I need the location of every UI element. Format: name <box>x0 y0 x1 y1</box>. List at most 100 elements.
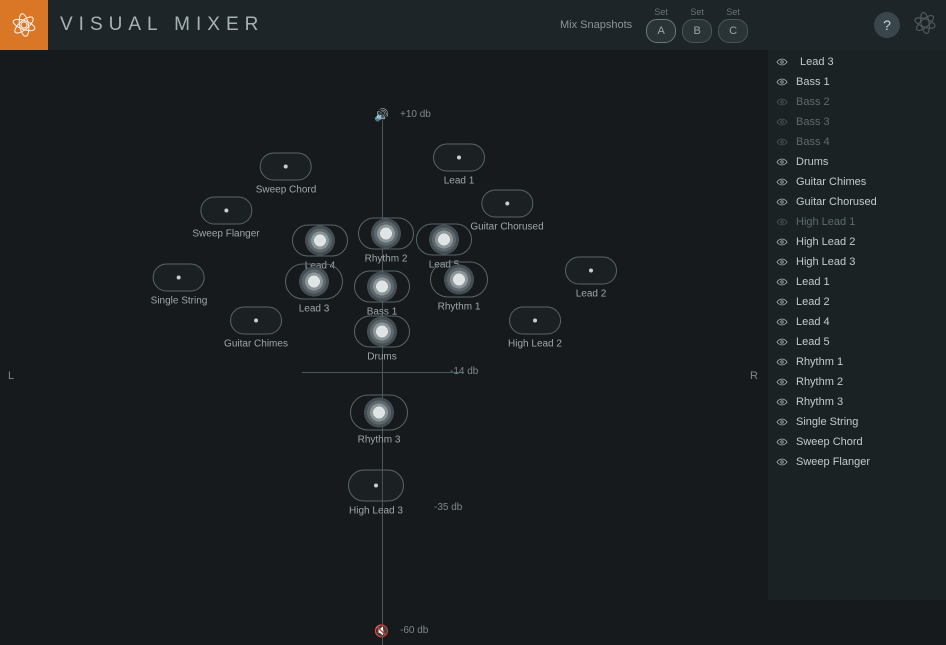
pan-right-label: R <box>750 370 758 382</box>
visibility-eye-icon[interactable] <box>776 196 788 208</box>
track-list-item[interactable]: Guitar Chorused <box>768 192 946 212</box>
track-name: High Lead 1 <box>796 216 855 228</box>
visibility-eye-icon[interactable] <box>776 336 788 348</box>
track-node[interactable]: Sweep Chord <box>256 153 317 196</box>
track-node-puck[interactable] <box>430 262 488 298</box>
visibility-eye-icon[interactable] <box>776 216 788 228</box>
track-node-puck[interactable] <box>416 224 472 256</box>
visibility-eye-icon[interactable] <box>776 356 788 368</box>
track-node[interactable]: High Lead 2 <box>508 307 562 350</box>
track-node-label: Sweep Chord <box>256 185 317 196</box>
visibility-eye-icon[interactable] <box>776 96 788 108</box>
track-list-item[interactable]: Lead 5 <box>768 332 946 352</box>
track-node-puck[interactable] <box>292 225 348 257</box>
track-node[interactable]: Lead 1 <box>433 144 485 187</box>
visibility-eye-icon[interactable] <box>776 276 788 288</box>
visibility-eye-icon[interactable] <box>776 176 788 188</box>
track-list-item[interactable]: Lead 2 <box>768 292 946 312</box>
track-list-item[interactable]: High Lead 2 <box>768 232 946 252</box>
visibility-eye-icon[interactable] <box>776 116 788 128</box>
track-list-item[interactable]: Sweep Chord <box>768 432 946 452</box>
track-list-item[interactable]: Sweep Flanger <box>768 452 946 472</box>
track-name: High Lead 2 <box>796 236 855 248</box>
track-name: Lead 2 <box>796 296 830 308</box>
track-node[interactable]: Rhythm 1 <box>430 262 488 313</box>
visibility-eye-icon[interactable] <box>776 316 788 328</box>
track-list-item[interactable]: High Lead 3 <box>768 252 946 272</box>
track-list-item[interactable]: Bass 3 <box>768 112 946 132</box>
track-list-item[interactable]: High Lead 1 <box>768 212 946 232</box>
track-list-item[interactable]: Bass 1 <box>768 72 946 92</box>
node-dot-icon <box>177 276 181 280</box>
speaker-max-icon: 🔊 <box>374 108 389 122</box>
track-node-puck[interactable] <box>481 190 533 218</box>
track-node-puck[interactable] <box>285 264 343 300</box>
track-node-puck[interactable] <box>200 197 252 225</box>
track-list-item[interactable]: Rhythm 2 <box>768 372 946 392</box>
visibility-eye-icon[interactable] <box>776 56 788 68</box>
track-node-label: Guitar Chorused <box>470 222 543 233</box>
snapshot-set-label: Set <box>654 7 668 17</box>
track-list-item[interactable]: Bass 2 <box>768 92 946 112</box>
track-name: Bass 1 <box>796 76 830 88</box>
track-node-puck[interactable] <box>230 307 282 335</box>
track-list-item[interactable]: Guitar Chimes <box>768 172 946 192</box>
track-name: Single String <box>796 416 858 428</box>
db-bottom-label: -60 db <box>400 625 428 636</box>
track-node-puck[interactable] <box>565 257 617 285</box>
visibility-eye-icon[interactable] <box>776 436 788 448</box>
snapshot-set-label: Set <box>726 7 740 17</box>
visibility-eye-icon[interactable] <box>776 416 788 428</box>
snapshot-c-button[interactable]: C <box>718 19 748 43</box>
track-node[interactable]: Sweep Flanger <box>192 197 259 240</box>
track-node-puck[interactable] <box>354 316 410 348</box>
track-node[interactable]: Rhythm 3 <box>350 395 408 446</box>
help-button[interactable]: ? <box>874 12 900 38</box>
izotope-logo <box>0 0 48 50</box>
visibility-eye-icon[interactable] <box>776 256 788 268</box>
track-node-label: Drums <box>354 352 410 363</box>
pan-left-label: L <box>8 370 14 382</box>
track-node-puck[interactable] <box>260 153 312 181</box>
track-list-item[interactable]: Lead 1 <box>768 272 946 292</box>
track-list-item[interactable]: Single String <box>768 412 946 432</box>
visibility-eye-icon[interactable] <box>776 296 788 308</box>
visibility-eye-icon[interactable] <box>776 376 788 388</box>
snapshot-a-button[interactable]: A <box>646 19 676 43</box>
track-name: Lead 4 <box>796 316 830 328</box>
visibility-eye-icon[interactable] <box>776 456 788 468</box>
track-node-puck[interactable] <box>153 264 205 292</box>
visibility-eye-icon[interactable] <box>776 76 788 88</box>
track-node-label: High Lead 3 <box>348 506 404 517</box>
track-node[interactable]: Rhythm 2 <box>358 218 414 265</box>
snapshot-b-button[interactable]: B <box>682 19 712 43</box>
visibility-eye-icon[interactable] <box>776 136 788 148</box>
track-list-item[interactable]: Lead 4 <box>768 312 946 332</box>
track-list-item[interactable]: Rhythm 1 <box>768 352 946 372</box>
track-node-puck[interactable] <box>350 395 408 431</box>
visibility-eye-icon[interactable] <box>776 236 788 248</box>
track-list-item[interactable]: Bass 4 <box>768 132 946 152</box>
track-node[interactable]: Lead 2 <box>565 257 617 300</box>
track-list-item[interactable]: Drums <box>768 152 946 172</box>
izotope-menu-icon[interactable] <box>912 10 938 41</box>
track-node[interactable]: Single String <box>151 264 208 307</box>
track-list-item[interactable]: Lead 3 <box>768 52 946 72</box>
track-node[interactable]: Guitar Chorused <box>470 190 543 233</box>
track-node-puck[interactable] <box>354 271 410 303</box>
track-node-puck[interactable] <box>509 307 561 335</box>
visibility-eye-icon[interactable] <box>776 156 788 168</box>
track-node[interactable]: Drums <box>354 316 410 363</box>
track-name: Sweep Chord <box>796 436 863 448</box>
track-node-puck[interactable] <box>358 218 414 250</box>
track-node-puck[interactable] <box>433 144 485 172</box>
track-node[interactable]: Guitar Chimes <box>224 307 288 350</box>
track-node[interactable]: High Lead 3 <box>348 470 404 517</box>
mixer-stage[interactable]: L R 🔊 +10 db -14 db -35 db 🔇 -60 db Swee… <box>0 50 768 600</box>
track-list-item[interactable]: Rhythm 3 <box>768 392 946 412</box>
visibility-eye-icon[interactable] <box>776 396 788 408</box>
track-node-puck[interactable] <box>348 470 404 502</box>
track-node[interactable]: Lead 3 <box>285 264 343 315</box>
track-node[interactable]: Bass 1 <box>354 271 410 318</box>
top-bar: VISUAL MIXER Mix Snapshots Set A Set B S… <box>0 0 946 50</box>
